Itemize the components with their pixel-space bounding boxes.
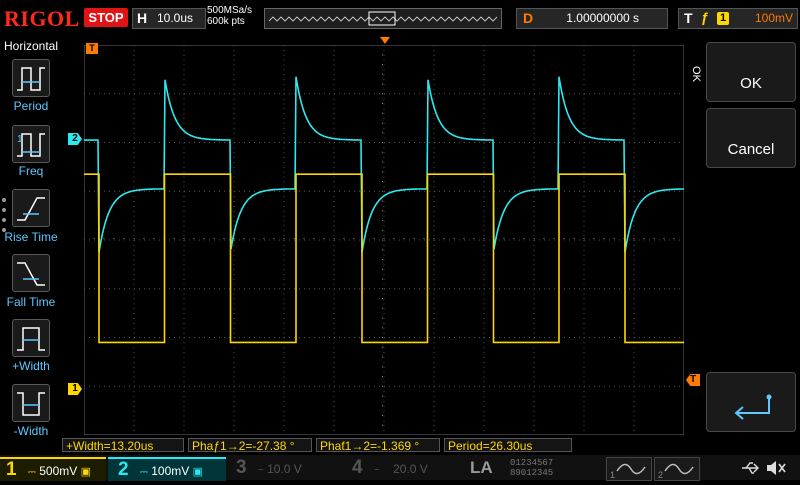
ok-button-label: OK [740, 75, 762, 92]
cancel-button[interactable]: Cancel [706, 108, 796, 168]
top-status-bar: RIGOL STOP H 10.0us 500MSa/s 600k pts D … [0, 0, 800, 36]
speaker-muted-icon[interactable] [764, 458, 788, 478]
trigger-time-marker[interactable] [380, 37, 390, 44]
ch1-bandwidth-icon: ▣ [80, 466, 92, 478]
measurement-positive-width[interactable]: +Width=13.20us [62, 438, 184, 453]
timebase-value: 10.0us [157, 11, 194, 25]
horizontal-key: H [137, 10, 148, 26]
period-button[interactable] [12, 59, 50, 97]
positive-width-icon [17, 327, 45, 351]
fall-time-button[interactable] [12, 254, 50, 292]
acquisition-info: 500MSa/s 600k pts [207, 5, 252, 27]
delay-box[interactable]: D 1.00000000 s [516, 8, 668, 29]
timebase-box[interactable]: H 10.0us [132, 8, 206, 29]
source1-sine-icon: 1 [610, 463, 646, 480]
memory-overview-bar[interactable] [264, 8, 502, 29]
ch4-coupling-icon: ~ [373, 465, 380, 476]
la-digits-row2: 89012345 [510, 468, 554, 478]
return-arrow-icon [734, 394, 772, 420]
negative-width-button[interactable] [12, 384, 50, 422]
ch3-number: 3 [236, 457, 247, 478]
period-label: Period [13, 99, 49, 113]
ok-side-label: OK [689, 66, 702, 82]
source2-button[interactable]: 2 [654, 457, 700, 481]
negative-width-icon [17, 392, 45, 416]
rise-time-icon [17, 197, 45, 221]
period-icon [17, 67, 45, 91]
ch1-offset-marker[interactable]: 1 [68, 383, 82, 395]
ch2-coupling-icon: ⎓ [139, 467, 148, 478]
delay-key: D [523, 10, 534, 26]
ok-button[interactable]: OK [706, 42, 796, 102]
rising-edge-icon: ƒ [701, 9, 709, 25]
ch2-offset-marker[interactable]: 2 [68, 133, 82, 145]
freq-button[interactable]: 1 [12, 125, 50, 163]
rise-time-label: Rise Time [4, 230, 58, 244]
ch4-status[interactable]: 4 ~ 20.0 V [346, 457, 458, 479]
trigger-level-marker[interactable]: T [686, 374, 700, 386]
logic-analyzer-status[interactable]: LA 01234567 89012345 [462, 457, 602, 479]
positive-width-label: +Width [12, 359, 50, 373]
measurement-phase-falling[interactable]: Phaƭ1→2=-1.369 ° [316, 438, 440, 453]
freq-icon: 1 [17, 133, 45, 157]
trigger-level-value: 100mV [754, 11, 793, 25]
la-digit-grid: 01234567 89012345 [510, 458, 553, 478]
ch1-coupling-icon: ⎓ [27, 467, 36, 478]
memory-depth: 600k pts [207, 16, 245, 27]
ch3-scale: 10.0 V [267, 462, 302, 476]
ch1-scale: 500mV [39, 464, 78, 478]
ch4-number: 4 [352, 457, 363, 478]
fall-time-label: Fall Time [6, 295, 56, 309]
measurement-period[interactable]: Period=26.30us [444, 438, 572, 453]
measurement-phase-rising[interactable]: Phaƒ1→2=-27.38 ° [188, 438, 312, 453]
trigger-source-badge: 1 [717, 12, 729, 25]
source2-sine-icon: 2 [658, 463, 694, 480]
cancel-button-label: Cancel [727, 141, 775, 158]
memory-overview-waveform [268, 11, 498, 26]
freq-label: Freq [18, 164, 44, 178]
return-button[interactable] [706, 372, 796, 432]
trigger-key: T [684, 10, 693, 26]
delay-value: 1.00000000 s [566, 11, 639, 25]
svg-text:1: 1 [610, 470, 615, 480]
ch2-scale: 100mV [151, 464, 190, 478]
trigger-position-flag[interactable]: T [86, 43, 98, 54]
usb-icon [740, 459, 760, 477]
ch1-status[interactable]: 1 ⎓ 500mV ▣ [0, 457, 106, 481]
rise-time-button[interactable] [12, 189, 50, 227]
svg-text:1: 1 [17, 134, 23, 145]
ch1-number: 1 [6, 459, 17, 480]
trigger-box[interactable]: T ƒ 1 100mV [678, 8, 798, 29]
positive-width-button[interactable] [12, 319, 50, 357]
ch3-status[interactable]: 3 ~ 10.0 V [230, 457, 340, 479]
ch2-bandwidth-icon: ▣ [192, 466, 204, 478]
waveform-display[interactable] [84, 45, 684, 435]
sample-rate: 500MSa/s [207, 5, 253, 16]
run-stop-indicator[interactable]: STOP [84, 8, 128, 27]
menu-title: Horizontal [3, 39, 59, 53]
fall-time-icon [17, 262, 45, 286]
source1-button[interactable]: 1 [606, 457, 652, 481]
brand-logo: RIGOL [4, 6, 80, 31]
ch4-scale: 20.0 V [393, 462, 428, 476]
negative-width-label: -Width [13, 424, 49, 438]
ch2-number: 2 [118, 459, 129, 480]
la-digits-row1: 01234567 [510, 458, 554, 468]
svg-text:2: 2 [658, 470, 663, 480]
ch3-coupling-icon: ~ [257, 465, 264, 476]
la-label: LA [470, 458, 493, 477]
ch2-status[interactable]: 2 ⎓ 100mV ▣ [108, 457, 226, 481]
